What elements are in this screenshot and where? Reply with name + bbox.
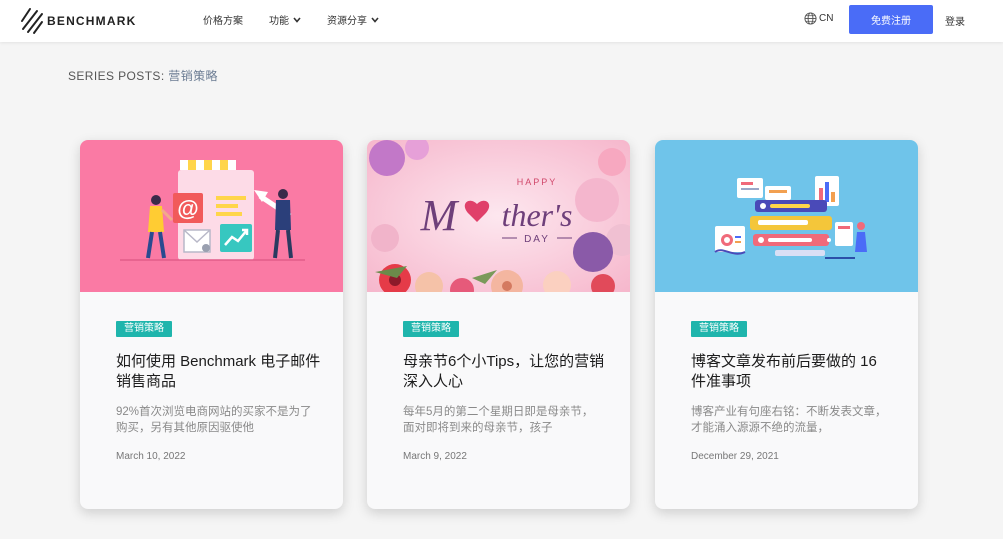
post-title[interactable]: 如何使用 Benchmark 电子邮件销售商品 <box>116 352 321 392</box>
logo[interactable]: BENCHMARK <box>20 7 136 35</box>
login-link[interactable]: 登录 <box>945 13 965 28</box>
day-text: DAY <box>524 234 550 245</box>
chevron-down-icon <box>293 16 301 23</box>
at-sign-text: @ <box>177 196 198 221</box>
series-prefix: SERIES POSTS: <box>68 69 165 83</box>
post-excerpt: 博客产业有句座右铭：不断发表文章，才能涌入源源不绝的流量， <box>691 406 887 434</box>
post-title[interactable]: 母亲节6个小Tips，让您的营销深入人心 <box>403 352 608 392</box>
blog-checklist-illustration <box>655 140 918 292</box>
post-date: March 10, 2022 <box>116 451 186 462</box>
main-nav: 价格方案 功能 资源分享 <box>203 12 405 27</box>
post-excerpt: 每年5月的第二个星期日即是母亲节，面对即将到来的母亲节，孩子 <box>403 406 594 434</box>
globe-icon <box>804 12 817 25</box>
nav-pricing-label: 价格方案 <box>203 16 243 27</box>
chevron-down-icon <box>371 16 379 23</box>
thers-text: ther's <box>502 197 573 233</box>
post-card[interactable]: @ 营销策略 如何使用 Benchmark 电子邮件销售商品 92%首次浏览电商… <box>80 140 343 509</box>
post-title[interactable]: 博客文章发布前后要做的 16 件准事项 <box>691 352 896 392</box>
post-excerpt: 92%首次浏览电商网站的买家不是为了购买，另有其他原因驱使他 <box>116 406 312 434</box>
logo-text: BENCHMARK <box>47 14 137 28</box>
category-badge[interactable]: 营销策略 <box>691 321 747 337</box>
nav-resources[interactable]: 资源分享 <box>327 12 379 27</box>
post-date: March 9, 2022 <box>403 451 467 462</box>
happy-text: HAPPY <box>517 177 558 187</box>
category-badge[interactable]: 营销策略 <box>116 321 172 337</box>
series-heading: SERIES POSTS: 营销策略 <box>68 67 218 84</box>
mothers-day-banner: HAPPY M ther's DAY <box>367 140 630 292</box>
post-card[interactable]: 营销策略 博客文章发布前后要做的 16 件准事项 博客产业有句座右铭：不断发表文… <box>655 140 918 509</box>
free-signup-button[interactable]: 免费注册 <box>849 5 933 34</box>
nav-features-label: 功能 <box>269 16 289 27</box>
series-category[interactable]: 营销策略 <box>168 69 218 83</box>
benchmark-logo-icon <box>21 8 43 34</box>
email-marketing-illustration: @ <box>80 140 343 292</box>
language-label: CN <box>819 13 834 24</box>
nav-features[interactable]: 功能 <box>269 12 301 27</box>
post-card[interactable]: HAPPY M ther's DAY 营销策略 母亲节6个小Tips，让您的营销… <box>367 140 630 509</box>
language-switcher[interactable]: CN <box>804 12 833 25</box>
post-date: December 29, 2021 <box>691 451 779 462</box>
top-header: BENCHMARK 价格方案 功能 资源分享 CN 免费注册 登录 <box>0 0 1003 42</box>
m-letter: M <box>420 191 460 240</box>
nav-resources-label: 资源分享 <box>327 16 367 27</box>
category-badge[interactable]: 营销策略 <box>403 321 459 337</box>
nav-pricing[interactable]: 价格方案 <box>203 12 243 27</box>
